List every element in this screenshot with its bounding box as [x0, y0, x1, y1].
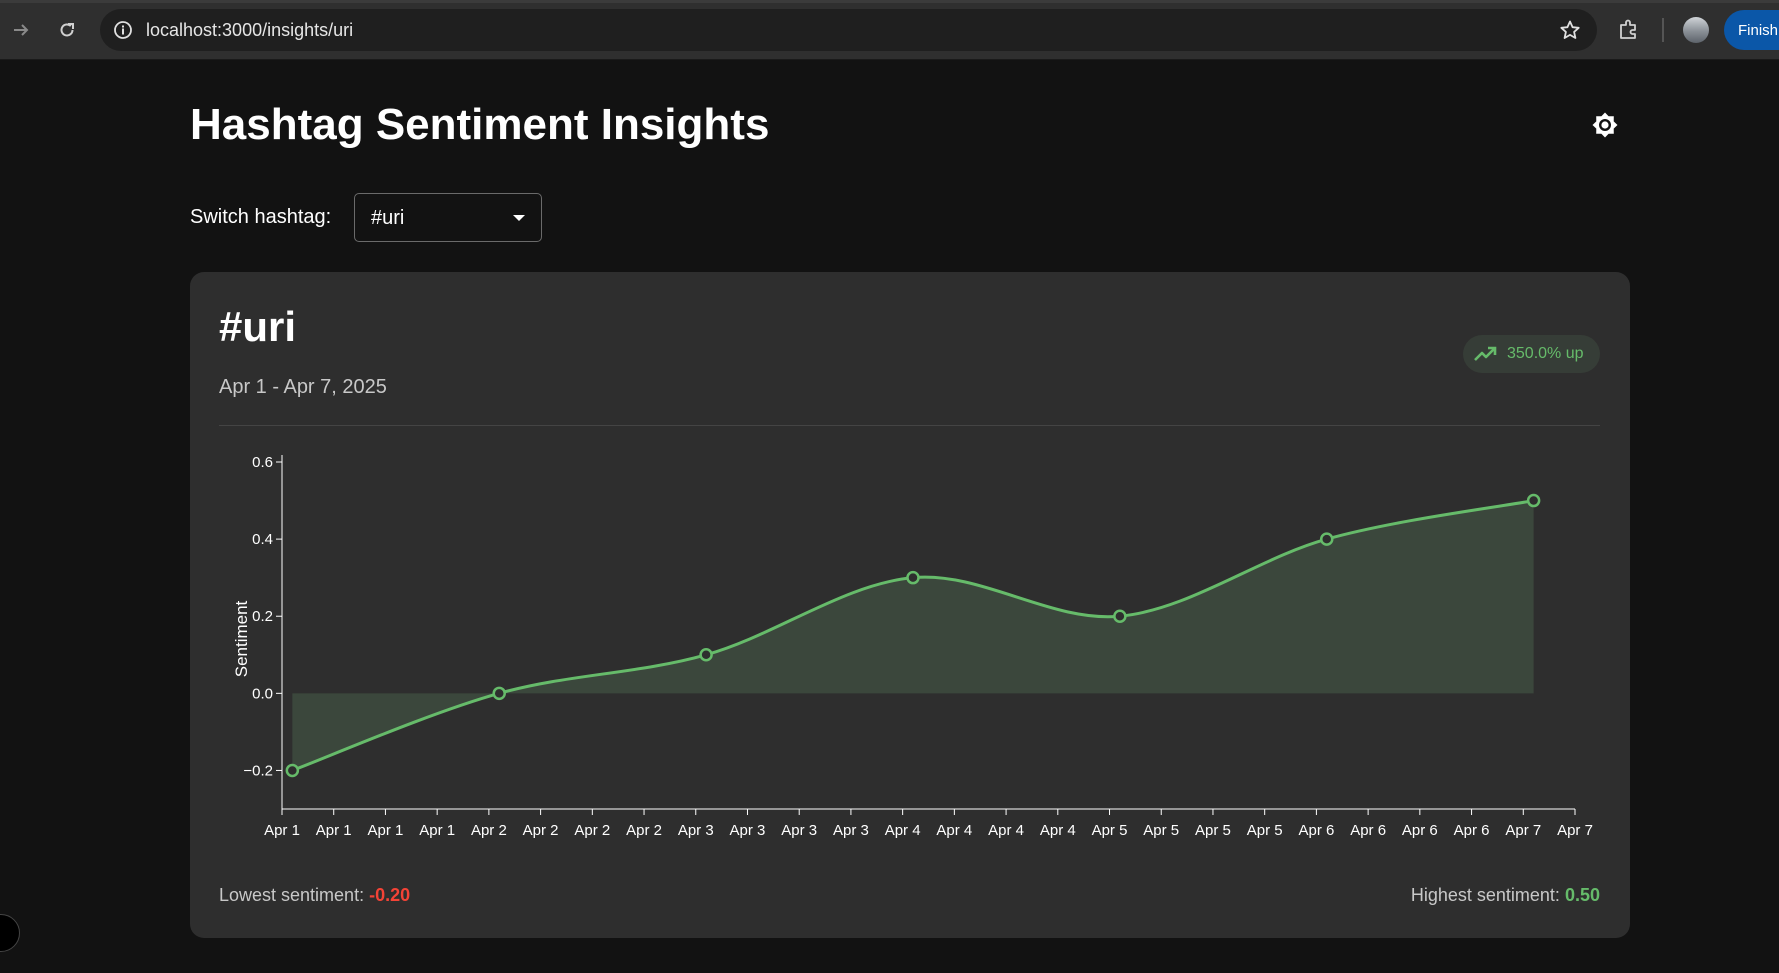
x-tick-label: Apr 1 [264, 822, 300, 839]
finish-button[interactable]: Finish [1724, 10, 1779, 50]
x-tick-label: Apr 6 [1454, 822, 1490, 839]
x-tick-label: Apr 5 [1195, 822, 1231, 839]
lowest-sentiment-value: -0.20 [369, 885, 411, 905]
corner-overlay-button[interactable] [0, 914, 20, 952]
browser-toolbar: localhost:3000/insights/uri Finish [0, 0, 1779, 60]
data-point [1526, 493, 1541, 508]
x-tick-label: Apr 5 [1247, 822, 1283, 839]
forward-arrow-icon[interactable] [5, 14, 37, 46]
y-tick-label: −0.2 [243, 762, 273, 779]
data-point [492, 686, 506, 701]
sentiment-card: #uri Apr 1 - Apr 7, 2025 350.0% up 0.6 0.… [190, 272, 1630, 938]
x-tick-label: Apr 2 [626, 822, 662, 839]
x-tick-label: Apr 2 [523, 822, 559, 839]
x-tick-label: Apr 4 [988, 822, 1024, 839]
data-point [285, 763, 300, 778]
profile-avatar[interactable] [1683, 17, 1709, 43]
sentiment-chart: 0.6 0.4 0.2 0.0 −0.2 Apr 1 Apr 1 Apr 1 Apr 1 Apr … [232, 454, 1593, 839]
x-tick-label: Apr 3 [781, 822, 817, 839]
bookmark-star-icon[interactable] [1559, 19, 1581, 46]
y-tick-label: 0.4 [252, 531, 273, 548]
switch-hashtag-label: Switch hashtag: [190, 206, 332, 228]
data-point [1113, 609, 1127, 623]
x-tick-label: Apr 6 [1298, 822, 1334, 839]
x-tick-label: Apr 3 [678, 822, 714, 839]
x-tick-label: Apr 3 [730, 822, 766, 839]
x-tick-label: Apr 6 [1350, 822, 1386, 839]
lowest-sentiment-label: Lowest sentiment: [219, 885, 365, 905]
data-point [1319, 532, 1334, 546]
lowest-sentiment: Lowest sentiment: -0.20 [219, 885, 410, 906]
highest-sentiment: Highest sentiment: 0.50 [1411, 885, 1600, 906]
toolbar-divider [1662, 18, 1664, 42]
page-title: Hashtag Sentiment Insights [190, 100, 770, 149]
hashtag-select-value: #uri [371, 207, 405, 229]
sentiment-area [292, 500, 1534, 771]
chevron-down-icon [513, 215, 525, 221]
reload-icon[interactable] [51, 14, 83, 46]
y-tick-label: 0.6 [252, 454, 273, 471]
highest-sentiment-value: 0.50 [1564, 885, 1600, 905]
x-tick-label: Apr 7 [1557, 822, 1593, 839]
theme-toggle-button[interactable] [1590, 108, 1620, 142]
x-tick-label: Apr 5 [1092, 822, 1128, 839]
x-tick-label: Apr 4 [936, 822, 972, 839]
brightness-icon [1592, 112, 1618, 138]
address-bar[interactable]: localhost:3000/insights/uri [100, 9, 1597, 51]
x-tick-label: Apr 4 [1040, 822, 1076, 839]
x-tick-label: Apr 1 [368, 822, 404, 839]
x-tick-label: Apr 2 [574, 822, 610, 839]
x-tick-label: Apr 1 [316, 822, 352, 839]
site-info-icon[interactable] [113, 20, 133, 45]
data-point [699, 648, 713, 662]
tab-strip [0, 0, 1779, 3]
x-tick-label: Apr 7 [1505, 822, 1541, 839]
x-tick-label: Apr 5 [1143, 822, 1179, 839]
x-tick-label: Apr 4 [885, 822, 921, 839]
y-tick-label: 0.0 [252, 685, 273, 702]
extensions-puzzle-icon[interactable] [1617, 17, 1641, 46]
x-tick-label: Apr 2 [471, 822, 507, 839]
x-tick-label: Apr 3 [833, 822, 869, 839]
x-tick-label: Apr 1 [419, 822, 455, 839]
data-point [906, 570, 920, 585]
hashtag-select[interactable]: #uri [354, 193, 542, 242]
y-tick-label: 0.2 [252, 608, 273, 625]
x-tick-label: Apr 6 [1402, 822, 1438, 839]
url-text[interactable]: localhost:3000/insights/uri [146, 20, 353, 41]
y-axis-title: Sentiment [232, 600, 251, 677]
highest-sentiment-label: Highest sentiment: [1410, 885, 1560, 905]
